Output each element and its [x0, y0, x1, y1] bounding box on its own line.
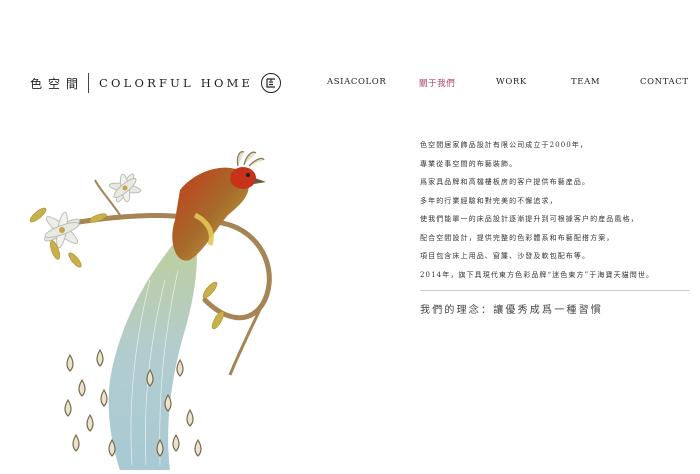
- intro-line: 使我們能單一的床品設計逐漸提升到可根據客户的産品風格，: [420, 215, 639, 223]
- bird-illustration: [0, 120, 330, 470]
- logo-english-name: COLORFUL HOME: [99, 76, 254, 90]
- intro-line: 配合空間設計，提供完整的色彩體系和布藝配搭方案，: [420, 233, 615, 242]
- seal-logo-icon: [261, 73, 282, 93]
- logo-separator: [88, 73, 90, 93]
- intro-line: 專業從事空間的布藝裝飾。: [420, 159, 518, 168]
- intro-line: 2014年，旗下具現代東方色彩品牌“迷色東方”于海寶天貓問世。: [420, 270, 655, 279]
- section-divider: [420, 290, 690, 291]
- nav-contact[interactable]: CONTACT: [640, 77, 689, 87]
- logo-chinese-name: 色空間: [30, 76, 85, 91]
- intro-line: 爲家具品牌和高檔樓板房的客户提供布藝産品。: [420, 178, 591, 186]
- intro-line: 多年的行業經驗和對完美的不懈追求，: [420, 196, 558, 205]
- site-header: 色空間 COLORFUL HOME ASIACOLOR 關于我們 WORK TE…: [0, 0, 700, 120]
- about-intro: 色空間居家飾品設計有限公司成立于2000年， 專業從事空間的布藝裝飾。 爲家具品…: [420, 136, 690, 284]
- white-flower-top: [108, 173, 142, 203]
- nav-asiacolor[interactable]: ASIACOLOR: [327, 77, 386, 87]
- intro-line: 項目包含床上用品、窗簾、沙發及軟包配布等。: [420, 252, 591, 260]
- site-logo[interactable]: 色空間 COLORFUL HOME: [30, 72, 282, 94]
- nav-about-us[interactable]: 關于我們: [419, 77, 455, 89]
- nav-work[interactable]: WORK: [496, 77, 527, 87]
- white-flower-left: [44, 211, 80, 249]
- intro-line: 色空間居家飾品設計有限公司成立于2000年，: [420, 141, 589, 149]
- philosophy-statement: 我們的理念：讓優秀成爲一種習慣: [420, 305, 603, 316]
- nav-team[interactable]: TEAM: [571, 77, 600, 87]
